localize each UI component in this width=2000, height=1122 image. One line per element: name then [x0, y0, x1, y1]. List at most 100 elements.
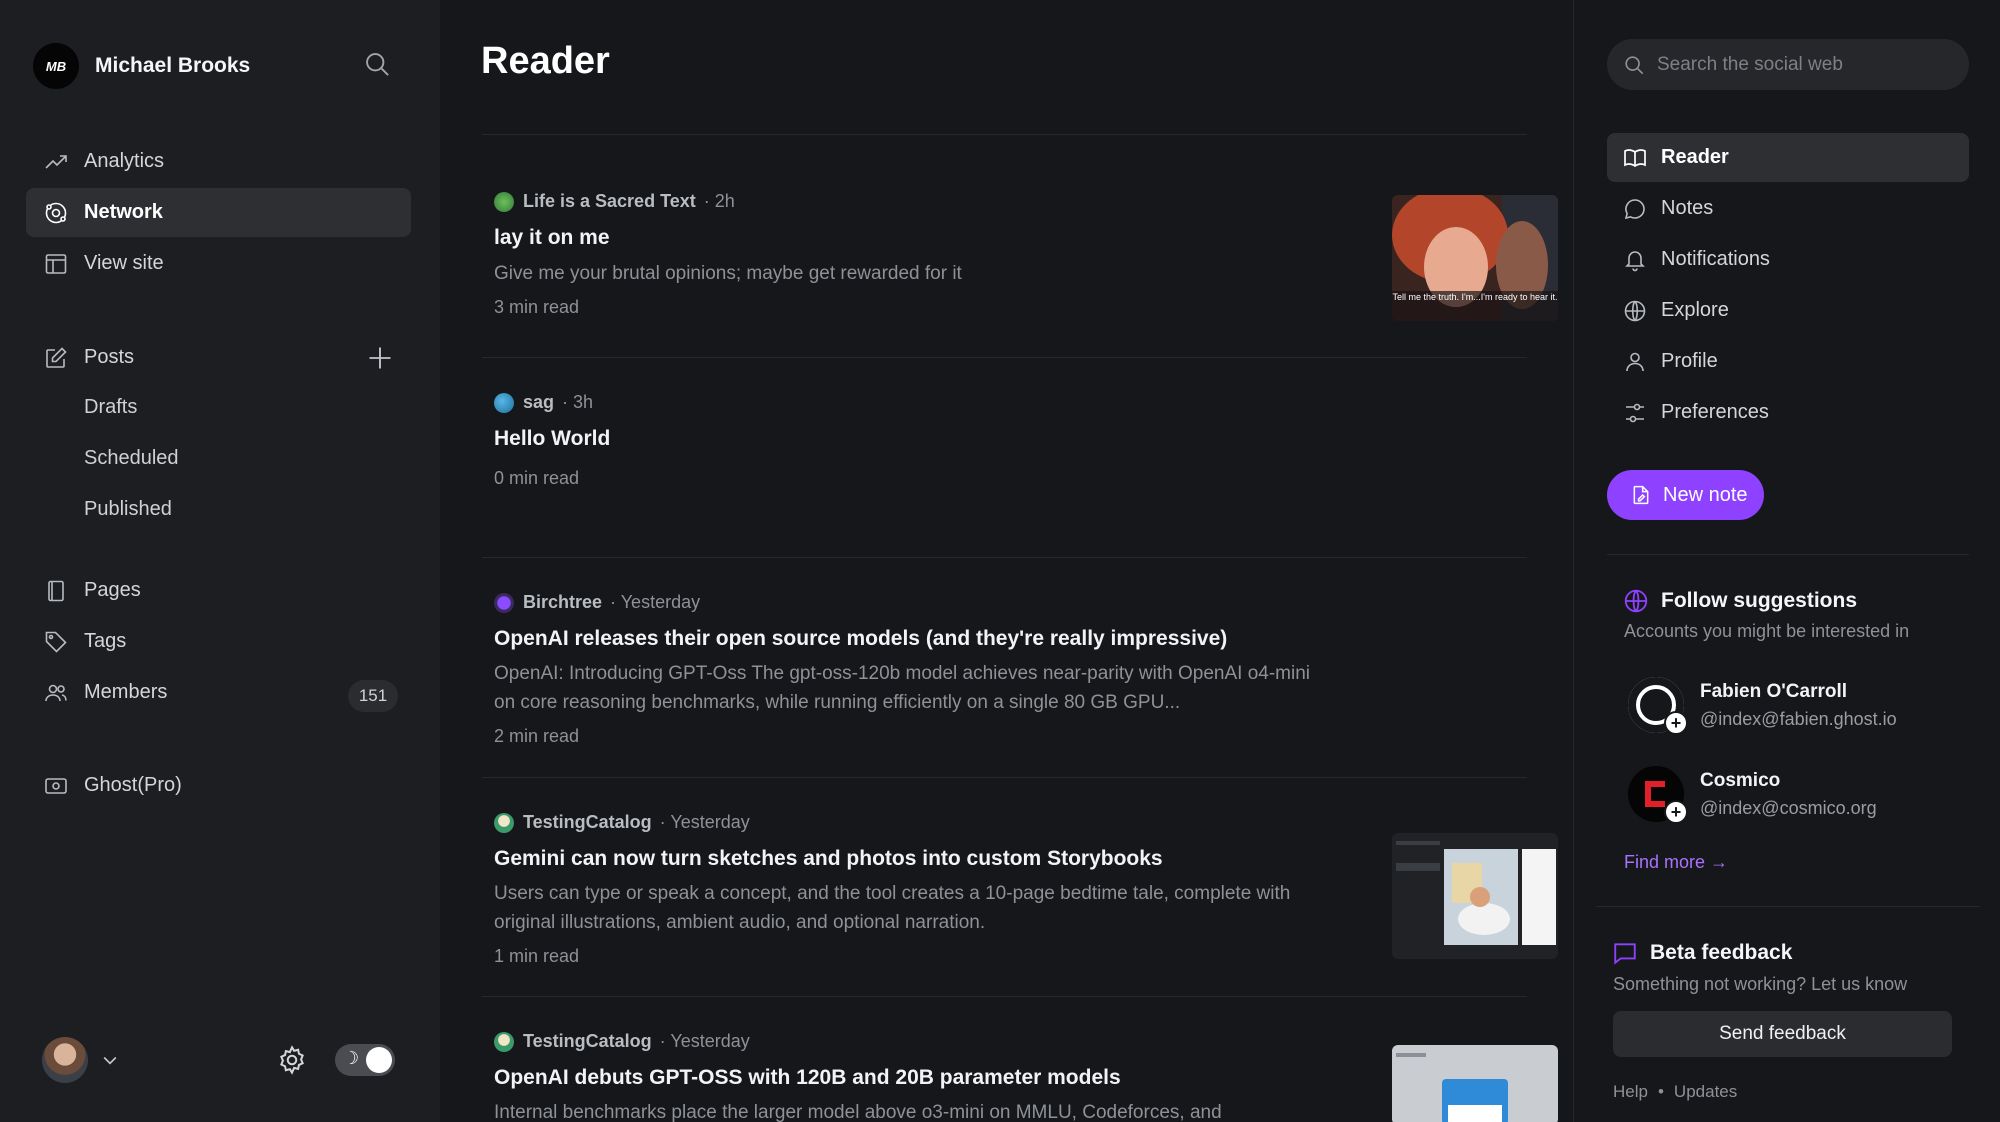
nav-published[interactable]: Published: [84, 498, 172, 521]
nav-network-label: Network: [84, 201, 163, 223]
feed-item[interactable]: TestingCatalog · Yesterday Gemini can no…: [482, 778, 1558, 997]
bell-icon: [1623, 248, 1647, 272]
post-title[interactable]: lay it on me: [494, 226, 610, 250]
account-name: Fabien O'Carroll: [1700, 680, 1848, 702]
author-name[interactable]: TestingCatalog: [523, 1031, 652, 1052]
gear-icon[interactable]: [276, 1044, 308, 1076]
follow-plus-icon[interactable]: +: [1664, 711, 1688, 735]
nav-scheduled[interactable]: Scheduled: [84, 447, 179, 470]
post-thumbnail[interactable]: Tell me the truth. I'm...I'm ready to he…: [1392, 195, 1558, 321]
divider: [1607, 554, 1969, 555]
pages-icon: [44, 579, 68, 603]
post-time: · 2h: [703, 191, 735, 211]
members-icon: [44, 681, 68, 705]
nav-network[interactable]: Network: [26, 188, 411, 237]
nav-preferences[interactable]: Preferences: [1607, 388, 1969, 437]
post-title[interactable]: Gemini can now turn sketches and photos …: [494, 847, 1163, 871]
layout-icon: [44, 252, 68, 276]
post-title[interactable]: OpenAI releases their open source models…: [494, 627, 1227, 651]
nav-posts[interactable]: Posts: [26, 333, 411, 382]
nav-tags[interactable]: Tags: [26, 617, 411, 666]
edit-icon: [44, 346, 68, 370]
suggested-account[interactable]: + Fabien O'Carroll @index@fabien.ghost.i…: [1628, 677, 1897, 735]
post-time: · 3h: [562, 392, 594, 412]
social-search-input[interactable]: Search the social web: [1607, 39, 1969, 90]
account-handle: @index@cosmico.org: [1700, 797, 1877, 818]
search-icon: [1623, 54, 1645, 76]
nav-analytics[interactable]: Analytics: [26, 137, 411, 186]
post-title[interactable]: OpenAI debuts GPT-OSS with 120B and 20B …: [494, 1066, 1121, 1090]
post-excerpt: Give me your brutal opinions; maybe get …: [494, 263, 962, 284]
nav-view-site-label: View site: [84, 252, 164, 274]
find-more-link[interactable]: Find more →: [1624, 852, 1728, 873]
nav-notes[interactable]: Notes: [1607, 184, 1969, 233]
nav-drafts[interactable]: Drafts: [84, 396, 137, 419]
post-title[interactable]: Hello World: [494, 427, 610, 451]
suggested-account[interactable]: + Cosmico @index@cosmico.org: [1628, 766, 1877, 824]
nav-analytics-label: Analytics: [84, 150, 165, 172]
follow-plus-icon[interactable]: +: [1664, 800, 1688, 824]
moon-icon: ☽: [343, 1048, 360, 1068]
post-time: · Yesterday: [659, 1031, 750, 1051]
help-link[interactable]: Help: [1613, 1082, 1648, 1102]
author-name[interactable]: sag: [523, 392, 554, 413]
globe-icon: [1623, 299, 1647, 323]
trend-icon: [44, 150, 68, 174]
nav-ghost-pro[interactable]: Ghost(Pro): [26, 761, 411, 810]
nav-ghost-pro-label: Ghost(Pro): [84, 774, 182, 796]
feed-item[interactable]: TestingCatalog · Yesterday OpenAI debuts…: [482, 997, 1558, 1122]
updates-link[interactable]: Updates: [1674, 1082, 1737, 1102]
feed-item[interactable]: Birchtree · Yesterday OpenAI releases th…: [482, 558, 1527, 778]
beta-feedback-subtitle: Something not working? Let us know: [1613, 974, 1908, 994]
thumbnail-caption: Tell me the truth. I'm...I'm ready to he…: [1392, 292, 1558, 302]
search-icon[interactable]: [363, 50, 391, 78]
nav-pages[interactable]: Pages: [26, 566, 411, 615]
app-root: MB Michael Brooks Analytics Network View…: [0, 0, 2000, 1122]
send-feedback-button[interactable]: Send feedback: [1613, 1011, 1952, 1057]
post-time: · Yesterday: [659, 812, 750, 832]
theme-toggle[interactable]: ☽: [335, 1044, 395, 1076]
nav-reader[interactable]: Reader: [1607, 133, 1969, 182]
divider: [1596, 906, 1980, 907]
author-name[interactable]: TestingCatalog: [523, 812, 652, 833]
nav-explore[interactable]: Explore: [1607, 286, 1969, 335]
chat-bubble-icon: [1623, 197, 1647, 221]
footer-separator: •: [1657, 1082, 1664, 1101]
feed-item-meta: TestingCatalog · Yesterday: [494, 1031, 750, 1052]
chevron-down-icon[interactable]: [100, 1050, 120, 1070]
post-thumbnail[interactable]: [1392, 1045, 1558, 1122]
nav-notifications[interactable]: Notifications: [1607, 235, 1969, 284]
user-avatar[interactable]: [42, 1037, 88, 1083]
author-name[interactable]: Birchtree: [523, 592, 602, 613]
add-post-icon[interactable]: [366, 344, 394, 372]
nav-view-site[interactable]: View site: [26, 239, 411, 288]
nav-profile[interactable]: Profile: [1607, 337, 1969, 386]
nav-preferences-label: Preferences: [1661, 401, 1769, 423]
left-sidebar: MB Michael Brooks Analytics Network View…: [0, 0, 440, 1122]
nav-pages-label: Pages: [84, 579, 141, 601]
account-avatar: +: [1628, 677, 1688, 735]
post-excerpt: Users can type or speak a concept, and t…: [494, 883, 1291, 933]
right-footer: Help • Updates: [1613, 1082, 1737, 1102]
author-avatar: [494, 392, 514, 413]
network-icon: [44, 201, 68, 225]
feed-item[interactable]: sag · 3h Hello World 0 min read: [482, 358, 1527, 558]
account-handle: @index@fabien.ghost.io: [1700, 708, 1897, 729]
beta-feedback-heading: Beta feedback: [1612, 940, 1792, 966]
new-note-label: New note: [1663, 483, 1748, 506]
site-logo: MB: [33, 43, 79, 89]
new-note-button[interactable]: New note: [1607, 470, 1764, 520]
post-thumbnail[interactable]: [1392, 833, 1558, 959]
nav-posts-label: Posts: [84, 346, 135, 368]
site-name: Michael Brooks: [95, 54, 251, 77]
author-name[interactable]: Life is a Sacred Text: [523, 191, 696, 212]
message-square-icon: [1612, 940, 1638, 966]
note-pen-icon: [1631, 485, 1651, 505]
feed-item[interactable]: Life is a Sacred Text · 2h lay it on me …: [482, 135, 1558, 358]
post-excerpt: OpenAI: Introducing GPT-Oss The gpt-oss-…: [494, 663, 1310, 713]
follow-suggestions-subtitle: Accounts you might be interested in: [1624, 621, 1910, 641]
tag-icon: [44, 630, 68, 654]
search-placeholder: Search the social web: [1657, 53, 1843, 75]
beta-feedback-title: Beta feedback: [1650, 941, 1793, 964]
site-brand[interactable]: MB Michael Brooks: [33, 43, 250, 89]
